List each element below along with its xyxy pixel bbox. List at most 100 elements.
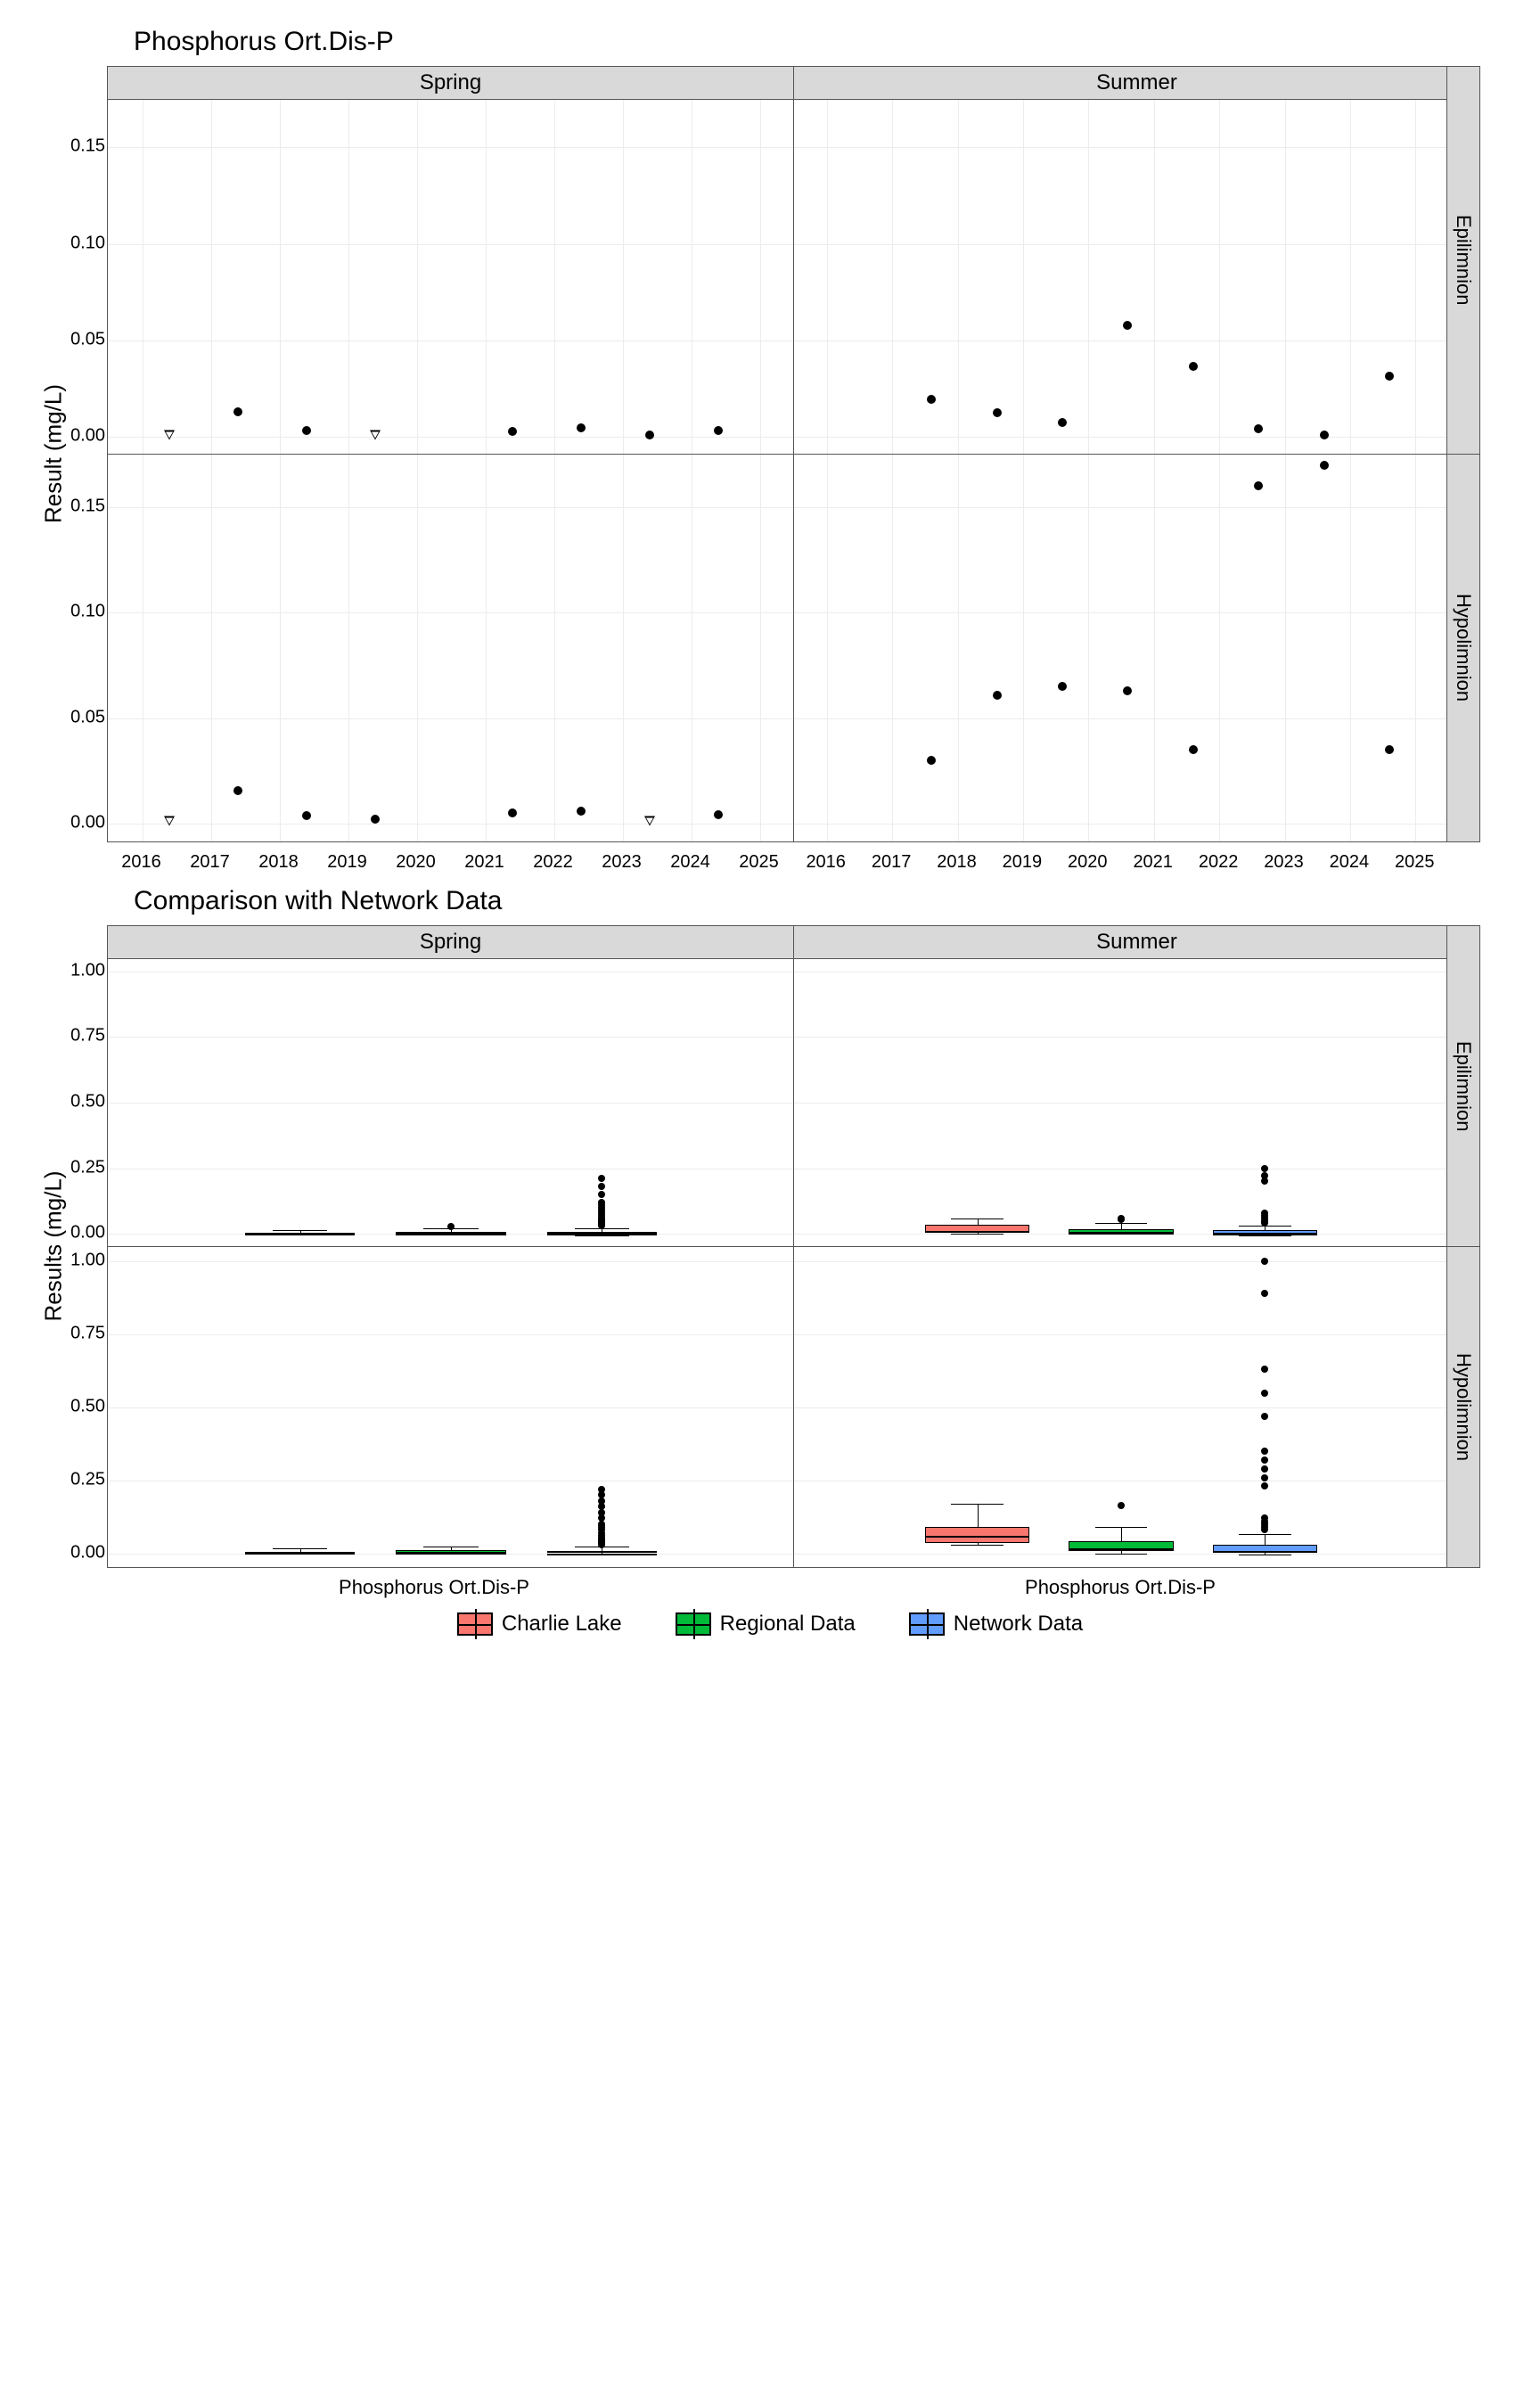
- facet-panel: Spring: [107, 925, 794, 1247]
- y-tick: 0.05: [52, 707, 105, 727]
- open-point-icon: [164, 431, 175, 440]
- x-tick: 2019: [327, 852, 367, 873]
- y-tick: 1.00: [52, 1251, 105, 1271]
- boxplot-box: [925, 1225, 1029, 1232]
- plot-area: [108, 99, 793, 454]
- data-point: [233, 407, 242, 416]
- outlier-point: [1261, 1172, 1268, 1179]
- y-ticks: 0.000.250.500.751.00: [59, 957, 105, 1246]
- y-ticks: 0.000.050.100.15: [59, 98, 105, 454]
- y-tick: 0.00: [52, 1542, 105, 1563]
- boxplot-box: [396, 1550, 505, 1553]
- boxplot-box: [1069, 1229, 1173, 1233]
- x-tick: 2023: [602, 852, 642, 873]
- legend-swatch-icon: [457, 1612, 493, 1636]
- col-header: Spring: [108, 926, 793, 959]
- row-header: Hypolimnion: [1446, 1247, 1479, 1567]
- data-point: [302, 811, 311, 820]
- legend-swatch-icon: [676, 1612, 711, 1636]
- x-tick: 2018: [937, 852, 977, 873]
- y-tick: 0.25: [52, 1157, 105, 1177]
- outlier-point: [1118, 1502, 1125, 1509]
- outlier-point: [447, 1223, 455, 1230]
- chart-title-bottom: Comparison with Network Data: [134, 886, 1504, 916]
- row-header: Epilimnion: [1446, 67, 1479, 454]
- x-tick: 2018: [258, 852, 299, 873]
- data-point: [927, 395, 936, 404]
- x-tick: 2023: [1264, 852, 1304, 873]
- plot-area: [794, 99, 1447, 454]
- data-point: [1058, 682, 1067, 691]
- legend-label: Charlie Lake: [502, 1612, 622, 1637]
- y-tick: 0.05: [52, 330, 105, 350]
- data-point: [1254, 481, 1263, 490]
- x-tick: 2020: [1068, 852, 1108, 873]
- outlier-point: [598, 1191, 605, 1198]
- outlier-point: [1261, 1210, 1268, 1217]
- boxplot-box: [547, 1232, 657, 1234]
- outlier-point: [1261, 1165, 1268, 1172]
- y-tick: 0.50: [52, 1092, 105, 1112]
- x-tick: 2024: [670, 852, 710, 873]
- y-tick: 0.15: [52, 136, 105, 157]
- plot-area: [108, 958, 793, 1246]
- boxplot-box: [1213, 1230, 1317, 1233]
- facet-panel: [107, 454, 794, 842]
- boxplot-box: [1069, 1541, 1173, 1551]
- boxplot-box: [245, 1552, 355, 1554]
- open-point-icon: [644, 816, 655, 825]
- facet-grid-top: SpringSummerEpilimnionHypolimnion: [107, 66, 1504, 841]
- outlier-point: [598, 1183, 605, 1190]
- x-tick: 2024: [1330, 852, 1370, 873]
- boxplot-box: [1213, 1545, 1317, 1552]
- y-tick: 0.00: [52, 812, 105, 833]
- plot-area: [108, 1247, 793, 1567]
- chart-title-top: Phosphorus Ort.Dis-P: [134, 27, 1504, 57]
- legend-item-regional: Regional Data: [676, 1612, 856, 1637]
- data-point: [993, 691, 1002, 700]
- x-tick: 2016: [806, 852, 846, 873]
- x-tick: 2017: [872, 852, 912, 873]
- legend-label: Regional Data: [720, 1612, 856, 1637]
- x-tick: 2020: [396, 852, 436, 873]
- outlier-point: [1261, 1390, 1268, 1397]
- x-tick: 2021: [1133, 852, 1173, 873]
- x-tick: 2025: [1395, 852, 1435, 873]
- facet-grid-bottom: SpringSummerEpilimnionHypolimnion: [107, 925, 1504, 1567]
- row-header: Hypolimnion: [1446, 455, 1479, 841]
- x-tick: 2021: [464, 852, 504, 873]
- legend-label: Network Data: [954, 1612, 1083, 1637]
- outlier-point: [1261, 1448, 1268, 1455]
- data-point: [1189, 745, 1198, 754]
- data-point: [508, 808, 517, 817]
- x-tick: 2022: [533, 852, 573, 873]
- x-tick: 2019: [1003, 852, 1043, 873]
- outlier-point: [1261, 1465, 1268, 1473]
- outlier-point: [1261, 1413, 1268, 1420]
- outlier-point: [1261, 1290, 1268, 1297]
- data-point: [577, 807, 586, 816]
- facet-panel: SummerEpilimnion: [793, 66, 1480, 455]
- scatter-facet-chart: Phosphorus Ort.Dis-P Result (mg/L) Sprin…: [36, 27, 1504, 841]
- y-tick: 0.75: [52, 1324, 105, 1344]
- outlier-point: [598, 1175, 605, 1182]
- data-point: [1058, 418, 1067, 427]
- outlier-point: [1261, 1474, 1268, 1481]
- plot-area: [794, 455, 1447, 841]
- legend: Charlie Lake Regional Data Network Data: [36, 1612, 1504, 1637]
- y-ticks: 0.000.050.100.15: [59, 454, 105, 841]
- data-point: [302, 426, 311, 435]
- outlier-point: [1261, 1258, 1268, 1265]
- outlier-point: [1261, 1456, 1268, 1464]
- data-point: [645, 431, 654, 439]
- y-tick: 0.15: [52, 496, 105, 517]
- facet-panel: Spring: [107, 66, 794, 455]
- open-point-icon: [164, 816, 175, 826]
- outlier-point: [1261, 1482, 1268, 1489]
- data-point: [1189, 362, 1198, 371]
- data-point: [714, 810, 723, 819]
- x-tick: 2022: [1199, 852, 1239, 873]
- boxplot-box: [245, 1233, 355, 1235]
- y-tick: 0.00: [52, 1223, 105, 1243]
- x-tick: 2017: [190, 852, 230, 873]
